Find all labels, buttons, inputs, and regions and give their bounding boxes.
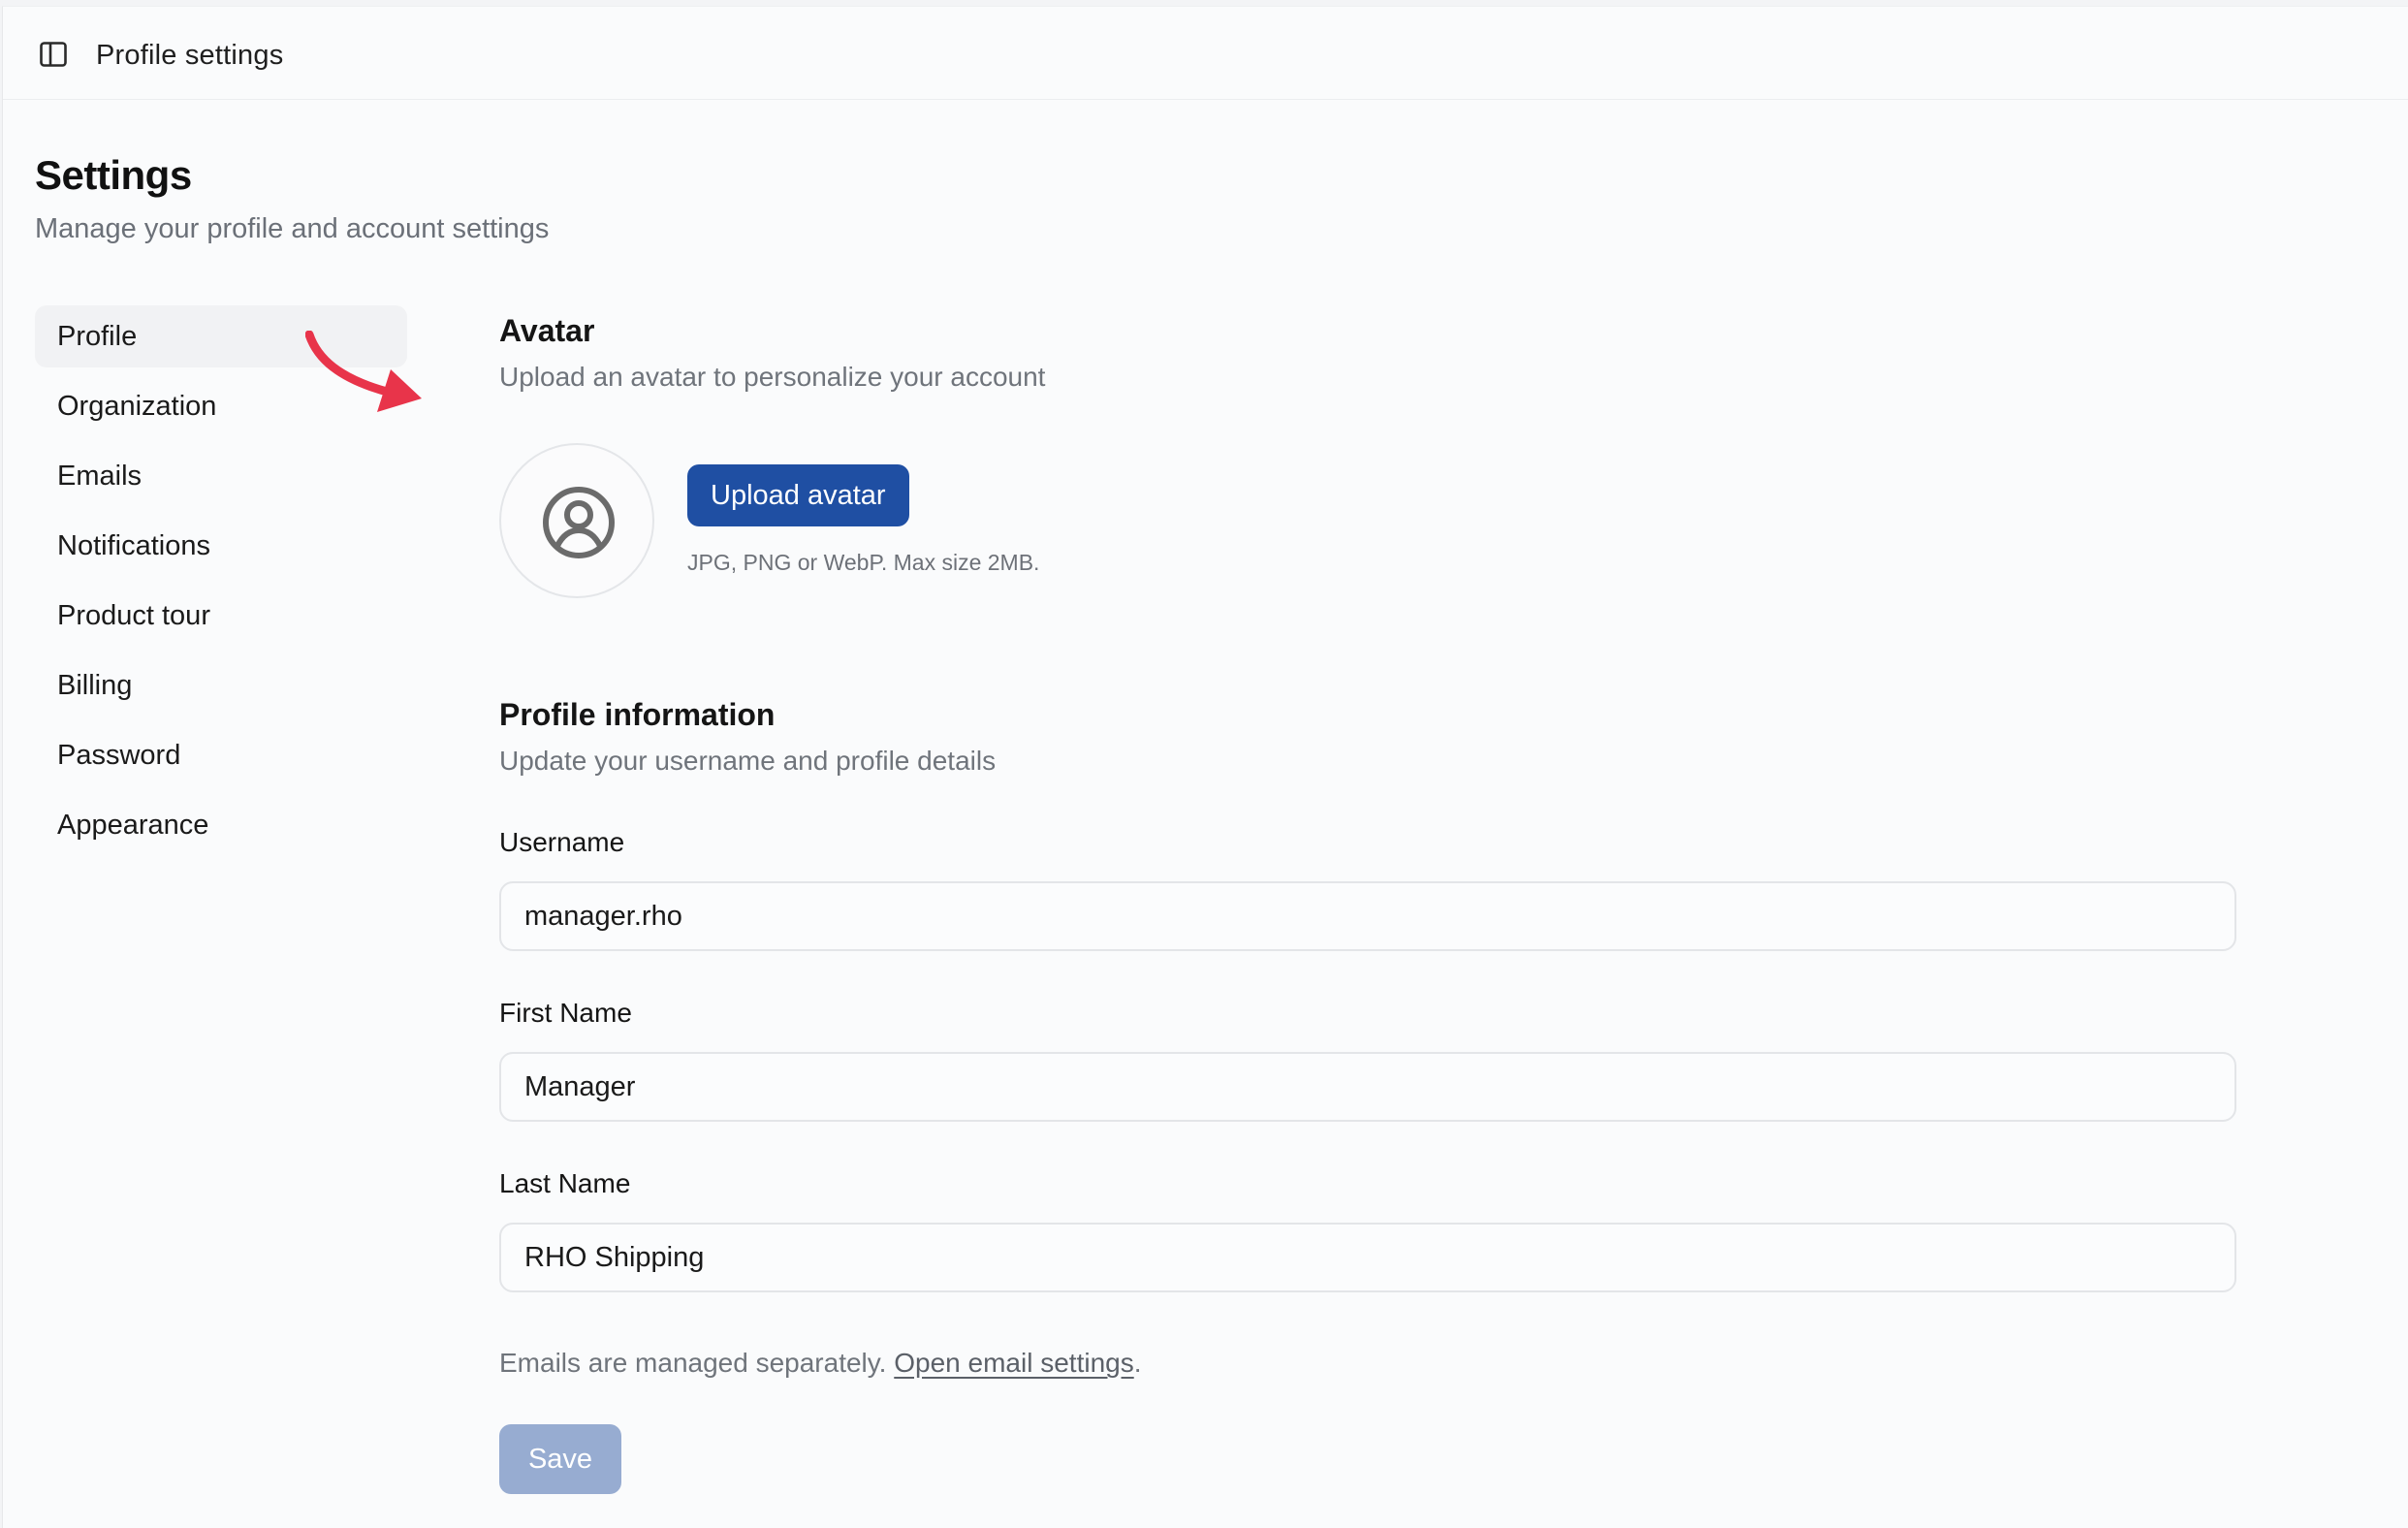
app-window: Profile settings Settings Manage your pr… xyxy=(2,6,2408,1528)
top-bar: Profile settings xyxy=(3,7,2408,100)
email-note-text: Emails are managed separately. xyxy=(499,1348,895,1378)
email-note-suffix: . xyxy=(1133,1348,1142,1378)
sidebar-item-label: Emails xyxy=(57,461,143,492)
sidebar-item-billing[interactable]: Billing xyxy=(35,654,407,716)
upload-hint: JPG, PNG or WebP. Max size 2MB. xyxy=(687,550,1040,575)
sidebar-item-label: Billing xyxy=(57,670,133,701)
username-field[interactable] xyxy=(499,881,2236,951)
sidebar-item-label: Profile xyxy=(57,321,138,352)
sidebar-item-label: Appearance xyxy=(57,810,209,841)
avatar-section-subtitle: Upload an avatar to personalize your acc… xyxy=(499,362,1046,392)
upload-avatar-button[interactable]: Upload avatar xyxy=(687,464,909,526)
last-name-label: Last Name xyxy=(499,1168,631,1198)
topbar-title: Profile settings xyxy=(96,40,284,71)
page-subtitle: Manage your profile and account settings xyxy=(35,213,550,244)
sidebar-item-appearance[interactable]: Appearance xyxy=(35,794,407,856)
profile-section-subtitle: Update your username and profile details xyxy=(499,746,997,776)
annotation-arrow-icon xyxy=(304,330,431,418)
sidebar-item-password[interactable]: Password xyxy=(35,724,407,786)
sidebar-item-label: Organization xyxy=(57,391,217,422)
first-name-label: First Name xyxy=(499,998,632,1028)
last-name-field[interactable] xyxy=(499,1223,2236,1292)
email-note: Emails are managed separately. Open emai… xyxy=(499,1348,1142,1379)
sidebar-item-label: Password xyxy=(57,740,181,771)
open-email-settings-link[interactable]: Open email settings xyxy=(894,1348,1133,1378)
avatar xyxy=(499,443,654,598)
save-button[interactable]: Save xyxy=(499,1424,621,1494)
sidebar-item-product-tour[interactable]: Product tour xyxy=(35,585,407,647)
page-title: Settings xyxy=(35,152,192,198)
profile-section-title: Profile information xyxy=(499,697,776,732)
sidebar-item-label: Product tour xyxy=(57,600,210,631)
sidebar-item-label: Notifications xyxy=(57,530,210,561)
sidebar-item-notifications[interactable]: Notifications xyxy=(35,515,407,577)
avatar-section-title: Avatar xyxy=(499,313,595,348)
sidebar-item-emails[interactable]: Emails xyxy=(35,445,407,507)
username-label: Username xyxy=(499,827,625,857)
sidebar-toggle-icon[interactable] xyxy=(40,42,67,67)
first-name-field[interactable] xyxy=(499,1052,2236,1122)
